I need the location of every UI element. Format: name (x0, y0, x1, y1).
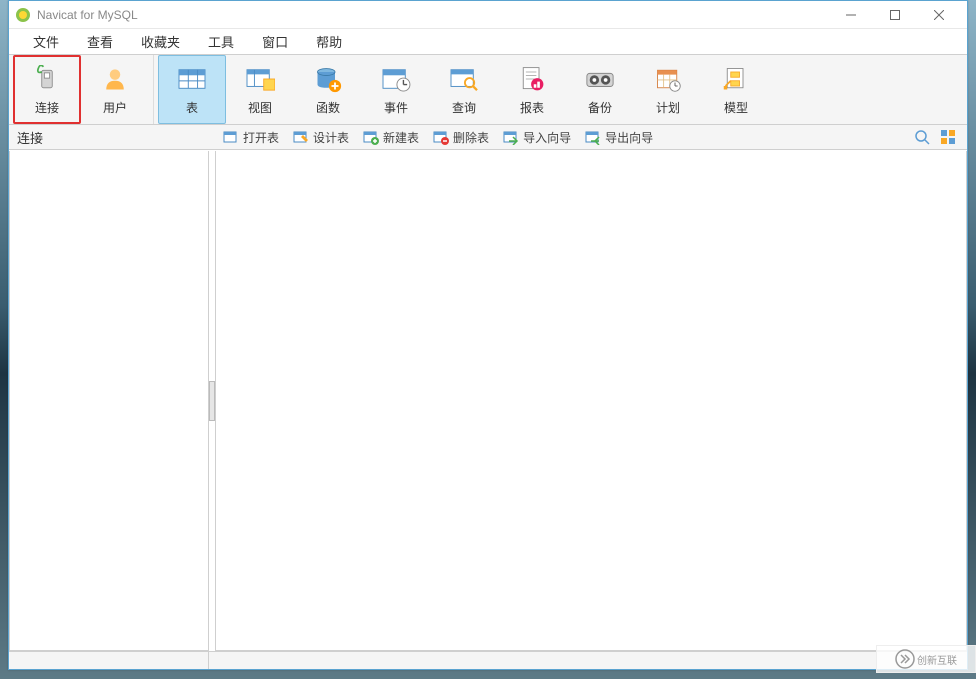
new-table-label: 新建表 (383, 129, 419, 146)
query-icon (448, 63, 480, 95)
menu-window[interactable]: 窗口 (248, 28, 302, 55)
backup-icon (584, 63, 616, 95)
menu-tools[interactable]: 工具 (194, 28, 248, 55)
export-wizard-label: 导出向导 (605, 129, 653, 146)
app-window: Navicat for MySQL 文件 查看 收藏夹 工具 窗口 帮助 连接 (8, 0, 968, 670)
schedule-label: 计划 (656, 99, 680, 116)
watermark: 创新互联 (876, 645, 976, 673)
export-wizard-button[interactable]: 导出向导 (581, 127, 657, 148)
toolbar-group-1: 连接 用户 (9, 55, 154, 124)
model-label: 模型 (724, 99, 748, 116)
design-table-label: 设计表 (313, 129, 349, 146)
connection-icon (31, 63, 63, 95)
main-toolbar: 连接 用户 表 视图 (9, 55, 967, 125)
event-label: 事件 (384, 99, 408, 116)
new-table-icon (363, 129, 379, 145)
model-button[interactable]: 模型 (702, 55, 770, 124)
connection-button[interactable]: 连接 (13, 55, 81, 124)
table-icon (176, 63, 208, 95)
delete-table-label: 删除表 (453, 129, 489, 146)
new-table-button[interactable]: 新建表 (359, 127, 423, 148)
window-title: Navicat for MySQL (37, 8, 829, 22)
sub-toolbar: 连接 打开表 设计表 新建表 删除表 导入向导 (9, 125, 967, 150)
open-table-icon (223, 129, 239, 145)
connection-label: 连接 (35, 99, 59, 116)
subbar-left-label: 连接 (9, 128, 211, 147)
report-button[interactable]: 报表 (498, 55, 566, 124)
menu-bar: 文件 查看 收藏夹 工具 窗口 帮助 (9, 29, 967, 55)
menu-help[interactable]: 帮助 (302, 28, 356, 55)
menu-file[interactable]: 文件 (19, 28, 73, 55)
user-label: 用户 (103, 99, 127, 116)
table-label: 表 (186, 99, 198, 116)
status-bar (9, 651, 967, 669)
minimize-button[interactable] (829, 1, 873, 29)
body (9, 151, 967, 651)
import-wizard-button[interactable]: 导入向导 (499, 127, 575, 148)
import-wizard-label: 导入向导 (523, 129, 571, 146)
backup-label: 备份 (588, 99, 612, 116)
app-icon (15, 7, 31, 23)
status-left (9, 652, 209, 669)
query-label: 查询 (452, 99, 476, 116)
report-label: 报表 (520, 99, 544, 116)
connection-tree-pane[interactable] (9, 151, 209, 651)
title-bar: Navicat for MySQL (9, 1, 967, 29)
function-icon (312, 63, 344, 95)
delete-table-button[interactable]: 删除表 (429, 127, 493, 148)
view-label: 视图 (248, 99, 272, 116)
view-icon (244, 63, 276, 95)
toolbar-group-2: 表 视图 函数 事件 (154, 55, 774, 124)
model-icon (720, 63, 752, 95)
grid-toggle-button[interactable] (939, 128, 957, 146)
user-button[interactable]: 用户 (81, 55, 149, 124)
event-button[interactable]: 事件 (362, 55, 430, 124)
menu-view[interactable]: 查看 (73, 28, 127, 55)
export-wizard-icon (585, 129, 601, 145)
maximize-button[interactable] (873, 1, 917, 29)
watermark-text: 创新互联 (917, 652, 957, 667)
report-icon (516, 63, 548, 95)
close-button[interactable] (917, 1, 961, 29)
menu-favorites[interactable]: 收藏夹 (127, 28, 194, 55)
view-button[interactable]: 视图 (226, 55, 294, 124)
function-button[interactable]: 函数 (294, 55, 362, 124)
backup-button[interactable]: 备份 (566, 55, 634, 124)
search-icon (914, 129, 930, 145)
table-button[interactable]: 表 (158, 55, 226, 124)
event-icon (380, 63, 412, 95)
function-label: 函数 (316, 99, 340, 116)
grid-icon (940, 129, 956, 145)
design-table-icon (293, 129, 309, 145)
content-pane[interactable] (215, 151, 967, 651)
schedule-button[interactable]: 计划 (634, 55, 702, 124)
open-table-label: 打开表 (243, 129, 279, 146)
schedule-icon (652, 63, 684, 95)
design-table-button[interactable]: 设计表 (289, 127, 353, 148)
delete-table-icon (433, 129, 449, 145)
query-button[interactable]: 查询 (430, 55, 498, 124)
open-table-button[interactable]: 打开表 (219, 127, 283, 148)
user-icon (99, 63, 131, 95)
import-wizard-icon (503, 129, 519, 145)
search-button[interactable] (913, 128, 931, 146)
